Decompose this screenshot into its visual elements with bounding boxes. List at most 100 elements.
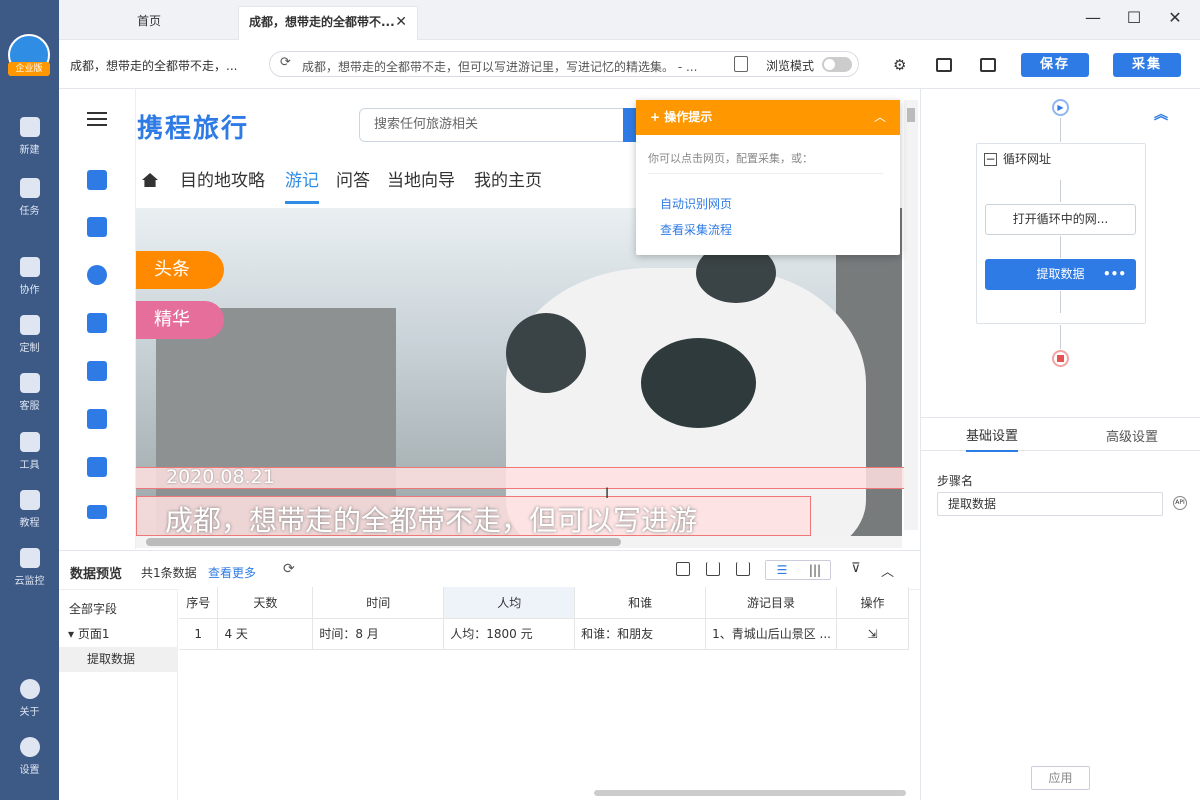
address-bar[interactable]: ⟳ 成都，想带走的全都带不走，但可以写进游记里，写进记忆的精选集。 - ... … — [269, 51, 859, 77]
hotel-icon[interactable] — [87, 170, 107, 190]
col-contents[interactable]: 游记目录 — [705, 587, 838, 619]
sidebar-tutorial[interactable]: 教程 — [0, 490, 59, 538]
column-view-icon[interactable]: ||| — [799, 561, 831, 579]
tab-advanced-settings[interactable]: 高级设置 — [1106, 426, 1158, 445]
operation-hint-panel: + 操作提示 ︿ 你可以点击网页，配置采集，或： 自动识别网页 查看采集流程 — [636, 100, 900, 255]
image-icon[interactable] — [87, 457, 107, 477]
minimize-button[interactable]: — — [1083, 8, 1103, 28]
refresh-icon[interactable]: ⟳ — [283, 561, 295, 577]
car-icon[interactable] — [87, 505, 107, 519]
map-pin-icon[interactable] — [87, 313, 107, 333]
cell-days[interactable]: 4 天 — [217, 618, 314, 650]
collapse-minus-icon[interactable]: − — [984, 153, 997, 166]
vertical-scrollbar[interactable] — [904, 100, 918, 530]
nav-my-home[interactable]: 我的主页 — [474, 166, 542, 191]
settings-gear-icon[interactable]: ⚙ — [893, 56, 906, 74]
view-more-link[interactable]: 查看更多 — [208, 564, 256, 581]
tab-basic-settings[interactable]: 基础设置 — [966, 425, 1019, 452]
flow-end-icon[interactable] — [1052, 350, 1069, 367]
site-search-input[interactable]: 搜索任何旅游相关 — [359, 108, 629, 142]
sidebar-custom[interactable]: 定制 — [0, 315, 59, 363]
cell-time[interactable]: 时间：8 月 — [312, 618, 445, 650]
maximize-button[interactable]: ☐ — [1124, 8, 1144, 28]
site-search-button[interactable] — [623, 108, 637, 142]
nav-destination-guide[interactable]: 目的地攻略 — [180, 166, 265, 191]
view-flow-link[interactable]: 查看采集流程 — [660, 221, 732, 238]
hint-header[interactable]: + 操作提示 ︿ — [636, 100, 900, 135]
tab-close-icon[interactable]: ✕ — [395, 7, 407, 37]
vertical-scroll-thumb[interactable] — [907, 108, 915, 122]
monitor-icon — [19, 548, 40, 568]
collapse-chevron-icon[interactable]: ︿ — [874, 100, 886, 135]
col-per-capita[interactable]: 人均 — [443, 587, 576, 619]
col-time[interactable]: 时间 — [312, 587, 445, 619]
browse-mode-label: 浏览模式 — [766, 59, 815, 73]
api-icon[interactable]: API — [1173, 496, 1187, 510]
col-with-whom[interactable]: 和谁 — [574, 587, 707, 619]
page-tree-node[interactable]: ▾ 页面1 — [68, 625, 109, 642]
cell-per-capita[interactable]: 人均：1800 元 — [443, 618, 576, 650]
collapse-double-up-icon[interactable]: ︽ — [1154, 104, 1168, 124]
view-toggle[interactable]: ☰ ||| — [765, 560, 831, 580]
add-field-icon[interactable] — [676, 562, 690, 576]
book-icon[interactable] — [87, 361, 107, 381]
horizontal-scrollbar[interactable] — [136, 536, 902, 548]
article-title-highlight[interactable]: 成都，想带走的全都带不走，但可以写进游 — [136, 496, 811, 537]
tab-active-page[interactable]: 成都，想带走的全都带不... ✕ — [238, 6, 418, 40]
plane-icon[interactable] — [87, 217, 107, 237]
extract-data-step[interactable]: 提取数据 ••• — [985, 259, 1136, 290]
article-date-highlight[interactable]: 2020.08.21 — [136, 466, 904, 489]
row-action-icon[interactable]: ⇲ — [836, 618, 909, 650]
sidebar-service[interactable]: 客服 — [0, 373, 59, 421]
extract-data-node[interactable]: 提取数据 — [59, 647, 178, 672]
flow-connector — [1060, 236, 1061, 258]
nav-travelogue[interactable]: 游记 — [285, 166, 319, 204]
sidebar-cloud-monitor[interactable]: 云监控 — [0, 548, 59, 596]
article-title: 成都，想带走的全都带不走，但可以写进游 — [165, 504, 698, 537]
nav-local-guide[interactable]: 当地向导 — [387, 166, 455, 191]
flow-start-icon[interactable]: ▶ — [1052, 99, 1069, 116]
sidebar-new[interactable]: 新建 — [0, 117, 59, 165]
panda-eye-right — [641, 338, 756, 428]
cell-contents[interactable]: 1、青城山后山景区 ... — [705, 618, 838, 650]
col-index[interactable]: 序号 — [179, 587, 219, 619]
auto-detect-link[interactable]: 自动识别网页 — [660, 195, 732, 212]
browse-mode-toggle[interactable] — [822, 57, 852, 72]
save-button[interactable]: 保存 — [1021, 53, 1089, 77]
collapse-chevron-icon[interactable]: ︿ — [881, 561, 894, 580]
info-icon — [19, 679, 40, 699]
refresh-icon[interactable]: ⟳ — [280, 55, 291, 70]
sidebar-about[interactable]: 关于 — [0, 679, 59, 727]
window-close-button[interactable]: ✕ — [1165, 8, 1185, 28]
sidebar-tools[interactable]: 工具 — [0, 432, 59, 480]
caret-down-icon: ▾ — [68, 627, 78, 641]
sidebar-task[interactable]: 任务 — [0, 178, 59, 226]
ctrip-logo[interactable]: 携程旅行 — [137, 108, 249, 145]
bus-icon[interactable] — [87, 409, 107, 429]
tab-home[interactable]: 首页 — [59, 6, 239, 40]
horizontal-scroll-thumb[interactable] — [146, 538, 621, 546]
sidebar-settings[interactable]: 设置 — [0, 737, 59, 785]
filter-icon[interactable]: ⊽ — [851, 561, 861, 576]
collect-button[interactable]: 采集 — [1113, 53, 1181, 77]
upload-icon[interactable] — [736, 562, 750, 576]
more-options-icon[interactable]: ••• — [1103, 259, 1126, 290]
list-view-icon[interactable]: ☰ — [766, 561, 798, 579]
layout-bottom-icon[interactable] — [936, 58, 952, 72]
hamburger-menu-icon[interactable] — [87, 112, 107, 114]
table-horizontal-scrollbar[interactable] — [594, 790, 906, 796]
layout-side-icon[interactable] — [980, 58, 996, 72]
open-page-step[interactable]: 打开循环中的网... — [985, 204, 1136, 235]
cell-with-whom[interactable]: 和谁：和朋友 — [574, 618, 707, 650]
all-fields-label[interactable]: 全部字段 — [69, 600, 117, 617]
data-count: 共1条数据 — [141, 566, 197, 580]
apply-button[interactable]: 应用 — [1031, 766, 1090, 790]
sidebar-collab[interactable]: 协作 — [0, 257, 59, 305]
step-name-input[interactable]: 提取数据 — [937, 492, 1163, 516]
nav-qa[interactable]: 问答 — [336, 166, 370, 191]
train-icon[interactable] — [87, 265, 107, 285]
loop-step[interactable]: − 循环网址 — [984, 150, 1051, 167]
document-icon[interactable] — [734, 56, 748, 72]
col-days[interactable]: 天数 — [217, 587, 314, 619]
download-icon[interactable] — [706, 562, 720, 576]
